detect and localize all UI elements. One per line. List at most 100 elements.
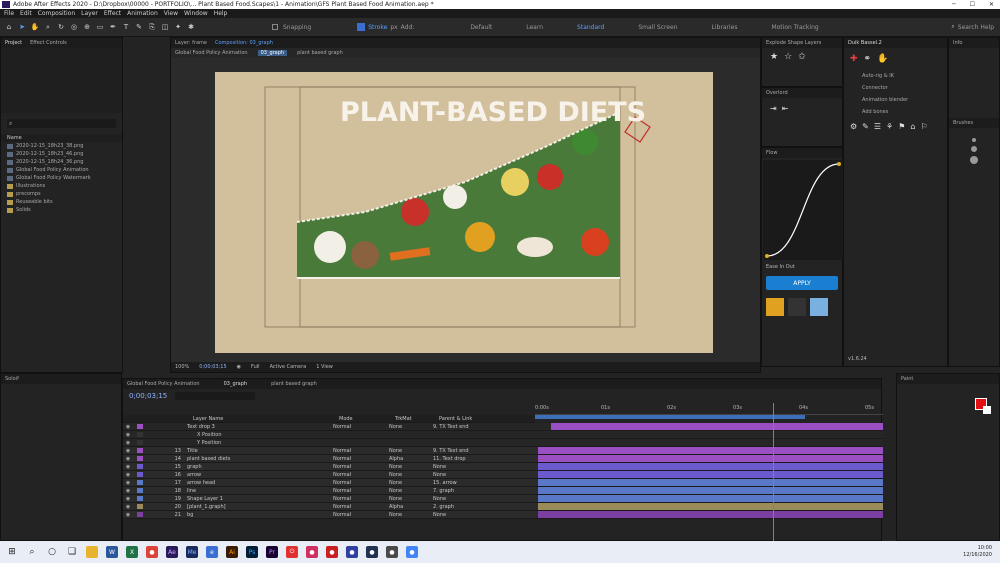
project-item[interactable]: Reuseable bits — [1, 198, 122, 206]
layer-trkmat[interactable]: None — [389, 480, 433, 486]
duik-tool-icon[interactable]: ⚐ — [920, 122, 927, 131]
visibility-eye-icon[interactable]: ◉ — [123, 480, 133, 486]
col-mode[interactable]: Mode — [339, 416, 395, 422]
search-icon[interactable]: ⌕ — [26, 546, 38, 558]
layer-mode[interactable]: Normal — [333, 424, 389, 430]
visibility-eye-icon[interactable]: ◉ — [123, 424, 133, 430]
label-color[interactable] — [137, 464, 143, 469]
flow-curve-graph[interactable] — [763, 160, 843, 260]
overlord-push-icon[interactable]: ⇥ — [770, 104, 777, 113]
timeline-tab[interactable]: plant based graph — [271, 381, 317, 387]
timeline-timecode[interactable]: 0;00;03;15 — [129, 392, 167, 400]
cortana-icon[interactable]: ○ — [46, 546, 58, 558]
selection-tool-icon[interactable]: ➤ — [17, 21, 27, 33]
layer-parent[interactable]: 7. graph — [433, 488, 493, 494]
visibility-eye-icon[interactable]: ◉ — [123, 488, 133, 494]
visibility-eye-icon[interactable]: ◉ — [123, 448, 133, 454]
visibility-eye-icon[interactable]: ◉ — [123, 504, 133, 510]
visibility-eye-icon[interactable]: ◉ — [123, 472, 133, 478]
layer-parent[interactable]: None — [433, 512, 493, 518]
project-item[interactable]: Global Food Policy Animation — [1, 166, 122, 174]
breadcrumb-item[interactable]: 03_graph — [257, 50, 288, 56]
clone-tool-icon[interactable]: ⎘ — [147, 21, 157, 33]
duik-tool-icon[interactable]: ⚙ — [850, 122, 857, 131]
close-icon[interactable]: ✕ — [989, 1, 994, 8]
label-color[interactable] — [137, 472, 143, 477]
layer-trkmat[interactable]: None — [389, 464, 433, 470]
layer-trkmat[interactable]: None — [389, 496, 433, 502]
explorer-icon[interactable] — [86, 546, 98, 558]
layer-trkmat[interactable]: None — [389, 488, 433, 494]
layer-duration-bar[interactable] — [538, 455, 883, 462]
layer-name[interactable]: [plant_1.graph] — [187, 504, 263, 510]
tab-info[interactable]: Info — [953, 40, 962, 46]
layer-trkmat[interactable]: None — [389, 448, 433, 454]
home-icon[interactable]: ⌂ — [4, 21, 14, 33]
menu-item[interactable]: Edit — [20, 10, 32, 17]
illustrator-icon[interactable]: Ai — [226, 546, 238, 558]
tab-paint[interactable]: Paint — [901, 376, 913, 382]
menu-item[interactable]: Effect — [104, 10, 121, 17]
layer-name[interactable]: arrow head — [187, 480, 263, 486]
duik-tool-icon[interactable]: ⚑ — [898, 122, 905, 131]
menu-item[interactable]: Layer — [81, 10, 98, 17]
layer-duration-bar[interactable] — [538, 487, 883, 494]
duik-item[interactable]: Add bones — [844, 106, 947, 118]
layer-name[interactable]: graph — [187, 464, 263, 470]
layer-duration-bar[interactable] — [538, 479, 883, 486]
timeline-layer-row[interactable]: ◉ Y Position — [123, 439, 883, 447]
comp-stage[interactable]: PLANT-BASED DIETS — [215, 72, 713, 353]
visibility-eye-icon[interactable]: ◉ — [123, 440, 133, 446]
camera-tool-icon[interactable]: ◎ — [69, 21, 79, 33]
breadcrumb-item[interactable]: Global Food Policy Animation — [175, 50, 248, 56]
camera-icon[interactable]: ◉ — [237, 364, 241, 370]
pen-tool-icon[interactable]: ✒ — [108, 21, 118, 33]
pan-behind-icon[interactable]: ⊕ — [82, 21, 92, 33]
duik-item[interactable]: Animation blender — [844, 94, 947, 106]
breadcrumb-item[interactable]: plant based graph — [297, 50, 343, 56]
type-tool-icon[interactable]: T — [121, 21, 131, 33]
layer-trkmat[interactable]: Alpha — [389, 456, 433, 462]
project-item[interactable]: precomps — [1, 190, 122, 198]
workspace-tab[interactable]: Small Screen — [638, 24, 677, 31]
tab-brushes[interactable]: Brushes — [953, 120, 973, 126]
project-item[interactable]: 2020-12-15_18h23_38.png — [1, 142, 122, 150]
layer-parent[interactable]: None — [433, 472, 493, 478]
timeline-layer-row[interactable]: ◉ Text drop 3 Normal None 9. TX Text end — [123, 423, 883, 431]
layer-parent[interactable]: 15. arrow — [433, 480, 493, 486]
rotate-tool-icon[interactable]: ↻ — [56, 21, 66, 33]
tab-composition[interactable]: Composition: 03_graph — [215, 40, 273, 46]
label-color[interactable] — [137, 480, 143, 485]
project-header-name[interactable]: Name — [1, 134, 122, 142]
visibility-eye-icon[interactable]: ◉ — [123, 512, 133, 518]
timeline-layer-row[interactable]: ◉ 20 [plant_1.graph] Normal Alpha 2. graph — [123, 503, 883, 511]
after-effects-icon[interactable]: Ae — [166, 546, 178, 558]
layer-parent[interactable]: None — [433, 496, 493, 502]
task-view-icon[interactable]: ❑ — [66, 546, 78, 558]
star-icon[interactable]: ☆ — [784, 52, 792, 62]
hand-tool-icon[interactable]: ✋ — [30, 21, 40, 33]
fill-swatch[interactable] — [357, 23, 366, 31]
duik-tool-icon[interactable]: ☰ — [874, 122, 881, 131]
layer-parent[interactable]: 11. Text drop — [433, 456, 493, 462]
workspace-tab[interactable]: Motion Tracking — [771, 24, 818, 31]
layer-parent[interactable]: 9. TX Text end — [433, 424, 493, 430]
project-item[interactable]: 2020-12-15_18h24_36.png — [1, 158, 122, 166]
preset-swatch[interactable] — [788, 298, 806, 316]
windows-start-icon[interactable]: ⊞ — [6, 546, 18, 558]
overlord-pull-icon[interactable]: ⇤ — [782, 104, 789, 113]
layer-name[interactable]: X Position — [187, 432, 263, 438]
chrome-icon[interactable]: ● — [146, 546, 158, 558]
layer-duration-bar[interactable] — [538, 503, 883, 510]
layer-trkmat[interactable]: None — [389, 512, 433, 518]
tab-left-bottom[interactable]: Soloif — [5, 376, 19, 382]
minimize-icon[interactable]: ─ — [952, 1, 956, 8]
maximize-icon[interactable]: ☐ — [970, 1, 975, 8]
layer-name[interactable]: Text drop 3 — [187, 424, 263, 430]
duik-link-icon[interactable]: ⚭ — [864, 54, 872, 64]
layer-duration-bar[interactable] — [538, 471, 883, 478]
layer-name[interactable]: plant based diets — [187, 456, 263, 462]
excel-icon[interactable]: X — [126, 546, 138, 558]
col-parent[interactable]: Parent & Link — [439, 416, 472, 422]
premiere-icon[interactable]: Pr — [266, 546, 278, 558]
